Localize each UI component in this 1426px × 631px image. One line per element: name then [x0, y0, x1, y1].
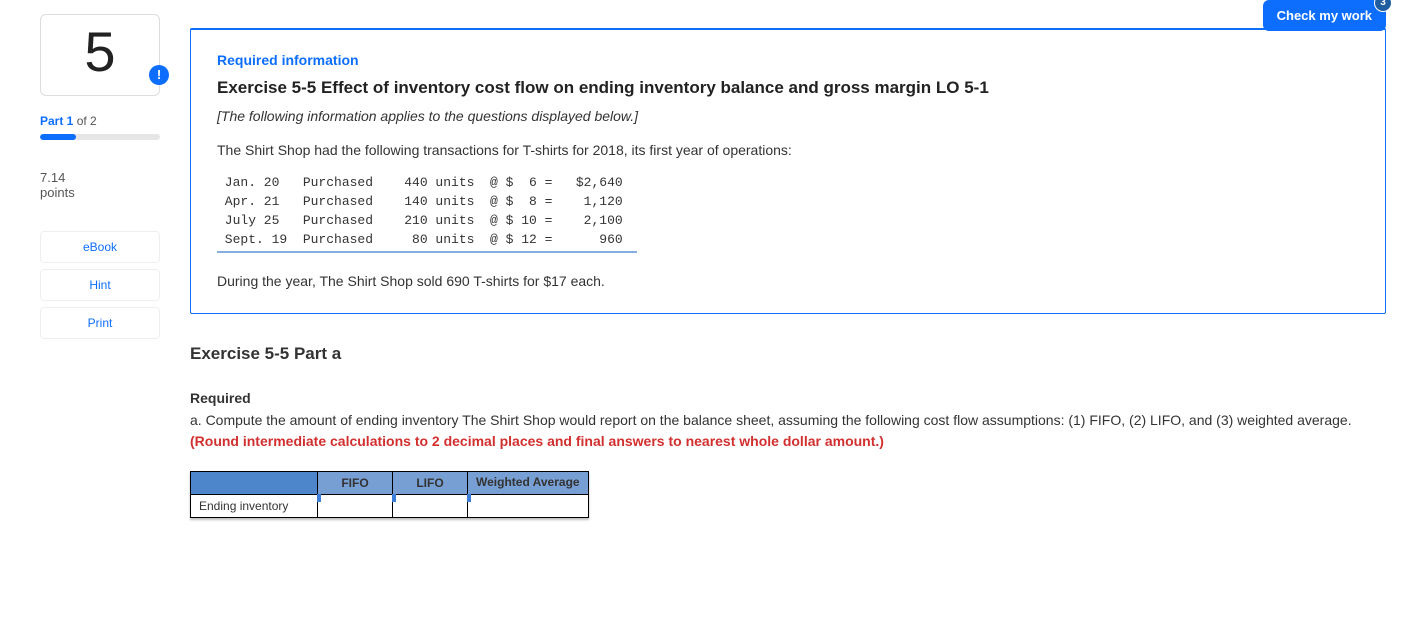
ebook-link[interactable]: eBook: [40, 231, 160, 263]
row-ending-inventory: Ending inventory: [191, 494, 318, 517]
part-current: Part 1: [40, 114, 73, 128]
part-progress-fill: [40, 134, 76, 140]
main-content: Required information Exercise 5-5 Effect…: [190, 10, 1386, 521]
part-indicator: Part 1 of 2: [40, 114, 160, 128]
print-link[interactable]: Print: [40, 307, 160, 339]
check-my-work-label: Check my work: [1277, 8, 1372, 23]
sold-line: During the year, The Shirt Shop sold 690…: [217, 273, 1359, 289]
col-lifo: LIFO: [393, 471, 468, 494]
required-information-box: Required information Exercise 5-5 Effect…: [190, 28, 1386, 314]
question-number-card: 5 !: [40, 14, 160, 96]
part-progress: [40, 134, 160, 140]
part-title: Exercise 5-5 Part a: [190, 344, 1386, 364]
cell-handle-icon: [467, 494, 471, 502]
required-body-red: (Round intermediate calculations to 2 de…: [190, 433, 884, 449]
check-my-work-button[interactable]: Check my work 3: [1263, 0, 1386, 31]
cell-handle-icon: [317, 494, 321, 502]
question-number: 5: [84, 20, 115, 83]
cell-handle-icon: [392, 494, 396, 502]
answer-table: FIFO LIFO Weighted Average Ending invent…: [190, 471, 589, 518]
input-fifo[interactable]: [318, 494, 393, 517]
col-wavg: Weighted Average: [468, 471, 589, 494]
col-fifo: FIFO: [318, 471, 393, 494]
instruction-note: [The following information applies to th…: [217, 108, 1359, 124]
required-heading: Required: [190, 390, 1386, 406]
required-text: a. Compute the amount of ending inventor…: [190, 410, 1386, 451]
input-lifo[interactable]: [393, 494, 468, 517]
check-badge: 3: [1374, 0, 1392, 12]
input-wavg[interactable]: [468, 494, 589, 517]
points: 7.14 points: [40, 170, 160, 200]
lead-text: The Shirt Shop had the following transac…: [217, 142, 1359, 158]
transactions-table: Jan. 20 Purchased 440 units @ $ 6 = $2,6…: [217, 174, 637, 253]
exercise-title: Exercise 5-5 Effect of inventory cost fl…: [217, 78, 1359, 98]
sidebar: 5 ! Part 1 of 2 7.14 points eBook Hint P…: [40, 10, 160, 521]
answer-corner: [191, 471, 318, 494]
answer-table-wrap: FIFO LIFO Weighted Average Ending invent…: [190, 471, 589, 518]
alert-icon: !: [149, 65, 169, 85]
requirement-block: Required a. Compute the amount of ending…: [190, 390, 1386, 451]
points-value: 7.14: [40, 170, 65, 185]
hint-link[interactable]: Hint: [40, 269, 160, 301]
required-information-heading: Required information: [217, 52, 1359, 68]
required-body: a. Compute the amount of ending inventor…: [190, 412, 1352, 428]
points-word: points: [40, 185, 75, 200]
part-total: of 2: [73, 114, 96, 128]
